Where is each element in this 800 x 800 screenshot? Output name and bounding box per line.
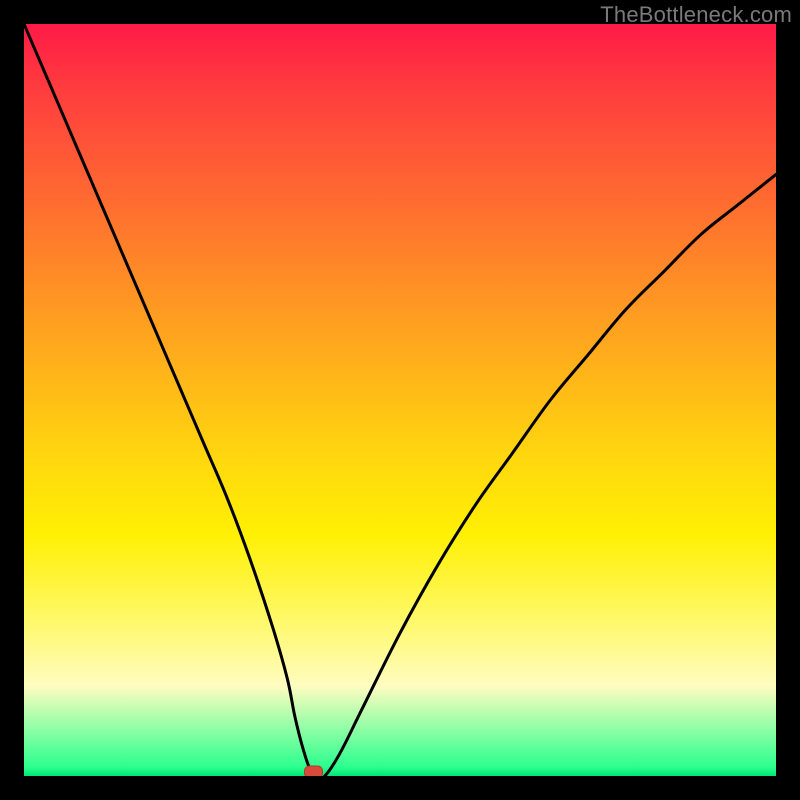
curve-layer — [24, 24, 776, 776]
optimal-marker — [305, 766, 323, 776]
bottleneck-curve — [24, 24, 776, 776]
plot-frame — [24, 24, 776, 776]
